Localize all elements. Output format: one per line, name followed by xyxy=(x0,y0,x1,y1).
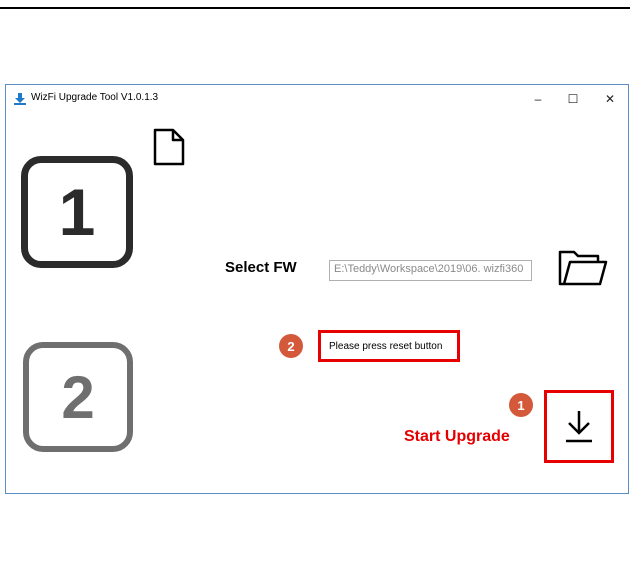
title-bar: WizFi Upgrade Tool V1.0.1.3 – ☐ ✕ xyxy=(6,85,628,111)
status-message: Please press reset button xyxy=(318,330,460,362)
folder-open-icon[interactable] xyxy=(556,248,608,288)
window-title: WizFi Upgrade Tool V1.0.1.3 xyxy=(31,92,159,103)
download-arrow-icon xyxy=(566,410,592,442)
top-divider xyxy=(0,0,630,9)
start-upgrade-label: Start Upgrade xyxy=(404,428,510,445)
step-two-indicator: 2 xyxy=(23,342,133,452)
file-icon xyxy=(153,128,185,166)
firmware-path-field[interactable]: E:\Teddy\Workspace\2019\06. wizfi360 xyxy=(329,260,532,281)
maximize-button[interactable]: ☐ xyxy=(556,88,590,110)
start-upgrade-button[interactable] xyxy=(544,390,614,463)
status-text: Please press reset button xyxy=(329,340,443,352)
step-one-indicator: 1 xyxy=(21,156,133,268)
minimize-button[interactable]: – xyxy=(521,88,555,110)
start-step-badge: 1 xyxy=(509,393,533,417)
reset-step-badge: 2 xyxy=(279,334,303,358)
close-button[interactable]: ✕ xyxy=(593,88,627,110)
app-window: WizFi Upgrade Tool V1.0.1.3 – ☐ ✕ 1 Sele… xyxy=(5,84,629,494)
select-fw-label: Select FW xyxy=(225,259,297,276)
app-icon xyxy=(14,93,26,105)
